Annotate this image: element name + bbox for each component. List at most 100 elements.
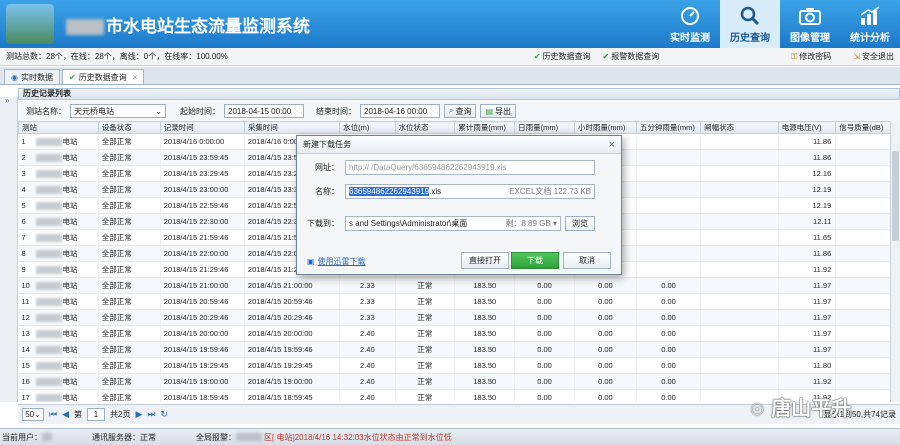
- download-dialog: 新建下载任务 × 网址： http:// /DataQuery/6365948622…: [296, 135, 622, 275]
- bar-chart-icon: [859, 6, 881, 26]
- table-cell: 2018/4/15 20:00:00: [244, 325, 341, 342]
- watermark-text: 唐山平升: [771, 396, 852, 420]
- redacted-station-name: [35, 250, 62, 259]
- logout-link[interactable]: ⇲ 安全退出: [853, 51, 894, 62]
- table-cell: 2.40: [339, 341, 396, 358]
- row-number: 15: [21, 361, 30, 370]
- table-cell: 2018/4/15 19:59:46: [244, 341, 341, 358]
- column-header[interactable]: 记录时间: [159, 121, 245, 134]
- row-number: 10: [21, 281, 30, 290]
- module-history[interactable]: 历史查询: [720, 0, 780, 48]
- start-time-input[interactable]: 2018-04-15 00:00: [224, 104, 304, 118]
- column-header[interactable]: 日雨量(mm): [514, 121, 575, 134]
- save-row: 下载到： s and Settings\Administrator\桌面 剩：8.8…: [305, 216, 595, 231]
- prev-page-icon[interactable]: ◀: [62, 409, 69, 420]
- column-header[interactable]: 累计雨量(mm): [454, 121, 516, 134]
- cancel-label: 取消: [579, 256, 595, 265]
- page-size-select[interactable]: 50 ⌄: [22, 408, 44, 421]
- table-row[interactable]: 13 电站 全部正常 2018/4/15 20:00:00 2018/4/15 20:0…: [18, 325, 890, 342]
- query-button[interactable]: ⌕ 查询: [444, 104, 477, 118]
- alarm-query-link[interactable]: ✔ 报警数据查询: [603, 51, 660, 62]
- thunder-download-link[interactable]: ▣ 使用迅雷下载: [307, 256, 366, 267]
- filename-field[interactable]: 636594862262943919.xls EXCEL文档 122.73 KB: [345, 184, 595, 199]
- module-nav: 实时监测 历史查询 图像管理 统计分析: [660, 0, 900, 48]
- table-cell: [835, 133, 890, 150]
- open-directly-button[interactable]: 直接打开: [461, 252, 509, 269]
- table-cell: 0.00: [514, 325, 575, 342]
- module-realtime[interactable]: 实时监测: [660, 0, 720, 48]
- table-row[interactable]: 15 电站 全部正常 2018/4/15 19:29:45 2018/4/15 19:2…: [18, 357, 890, 374]
- table-cell: [636, 133, 702, 150]
- module-images[interactable]: 图像管理: [780, 0, 840, 48]
- table-cell: 0.00: [574, 309, 637, 326]
- table-cell: [700, 149, 779, 166]
- history-query-link[interactable]: ✔ 历史数据查询: [534, 51, 591, 62]
- page-number-input[interactable]: 1: [87, 408, 106, 421]
- row-number: 17: [21, 393, 30, 402]
- first-page-icon[interactable]: ⏮: [49, 409, 57, 420]
- column-header[interactable]: 测站: [18, 121, 99, 134]
- redacted-station-name: [35, 378, 62, 387]
- column-header[interactable]: 小时雨量(mm): [573, 121, 637, 134]
- redacted-station-name: [35, 218, 62, 227]
- check-icon: ✔: [602, 52, 610, 61]
- download-button[interactable]: 下载: [511, 252, 559, 269]
- column-header[interactable]: 采集时间: [243, 121, 341, 134]
- table-cell: 2018/4/16 0:00:00: [160, 133, 245, 150]
- column-header[interactable]: 水位(m): [339, 121, 396, 134]
- browse-button[interactable]: 浏览: [565, 216, 595, 231]
- end-time-input[interactable]: 2018-04-16 00:00: [360, 104, 440, 118]
- station-suffix: 电站: [62, 217, 78, 226]
- column-header[interactable]: 设备状态: [97, 121, 161, 134]
- table-row[interactable]: 11 电站 全部正常 2018/4/15 20:59:46 2018/4/15 20:5…: [18, 293, 890, 310]
- close-icon[interactable]: ×: [133, 73, 138, 82]
- table-cell: [700, 261, 779, 278]
- change-password-link[interactable]: ⚿ 修改密码: [791, 51, 831, 62]
- station-suffix: 电站: [62, 313, 78, 322]
- column-header[interactable]: 电源电压(V): [777, 121, 837, 134]
- tab-realtime-data[interactable]: ◉ 实时数据: [4, 69, 60, 84]
- left-collapse-strip[interactable]: »: [0, 96, 18, 402]
- column-header[interactable]: 信号质量(dB): [835, 121, 890, 134]
- name-row: 名称： 636594862262943919.xls EXCEL文档 122.73 …: [305, 184, 595, 199]
- table-row[interactable]: 10 电站 全部正常 2018/4/15 21:00:00 2018/4/15 21:0…: [18, 277, 890, 294]
- column-header[interactable]: 五分钟雨量(mm): [635, 121, 702, 134]
- table-cell: 2018/4/15 19:29:45: [244, 357, 341, 374]
- table-cell: 全部正常: [98, 373, 161, 390]
- table-cell: 全部正常: [98, 197, 161, 214]
- table-cell: 12.11: [778, 213, 837, 230]
- column-header[interactable]: 闸幅状态: [700, 121, 779, 134]
- column-header[interactable]: 水位状态: [394, 121, 456, 134]
- table-cell: [700, 277, 779, 294]
- redacted-station-name: [35, 394, 62, 402]
- cancel-button[interactable]: 取消: [563, 252, 611, 269]
- table-cell: 2.40: [339, 389, 396, 402]
- station-select[interactable]: 天元桥电站 ⌄: [70, 104, 166, 118]
- table-vertical-scrollbar[interactable]: [890, 121, 900, 402]
- station-suffix: 电站: [62, 297, 78, 306]
- tab-history-query[interactable]: ✔ 历史数据查询 ×: [61, 69, 145, 84]
- next-page-icon[interactable]: ▶: [135, 409, 142, 420]
- last-page-icon[interactable]: ⏭: [147, 409, 155, 420]
- table-cell: [835, 293, 890, 310]
- export-button[interactable]: ▤ 导出: [480, 104, 517, 118]
- scrollbar-thumb[interactable]: [892, 151, 899, 241]
- close-icon[interactable]: ×: [609, 139, 615, 151]
- table-row[interactable]: 16 电站 全部正常 2018/4/15 19:00:00 2018/4/15 19:0…: [18, 373, 890, 390]
- global-alarm-label: 全局报警：: [196, 432, 236, 442]
- row-number: 11: [21, 297, 30, 306]
- table-cell: [835, 357, 890, 374]
- table-cell: 0.00: [636, 293, 702, 310]
- url-field[interactable]: http:// /DataQuery/636594862262943919.xl…: [345, 160, 595, 175]
- table-cell: [700, 229, 779, 246]
- table-cell: [835, 325, 890, 342]
- module-stats[interactable]: 统计分析: [840, 0, 900, 48]
- refresh-icon[interactable]: ↻: [161, 409, 169, 420]
- row-number: 7: [21, 233, 26, 242]
- gauge-icon: [679, 6, 701, 26]
- table-row[interactable]: 14 电站 全部正常 2018/4/15 19:59:46 2018/4/15 19:5…: [18, 341, 890, 358]
- table-cell: [636, 213, 702, 230]
- table-cell: 全部正常: [98, 133, 161, 150]
- save-path-select[interactable]: s and Settings\Administrator\桌面 剩：8.89 GB…: [345, 216, 561, 231]
- table-row[interactable]: 12 电站 全部正常 2018/4/15 20:29:46 2018/4/15 20:2…: [18, 309, 890, 326]
